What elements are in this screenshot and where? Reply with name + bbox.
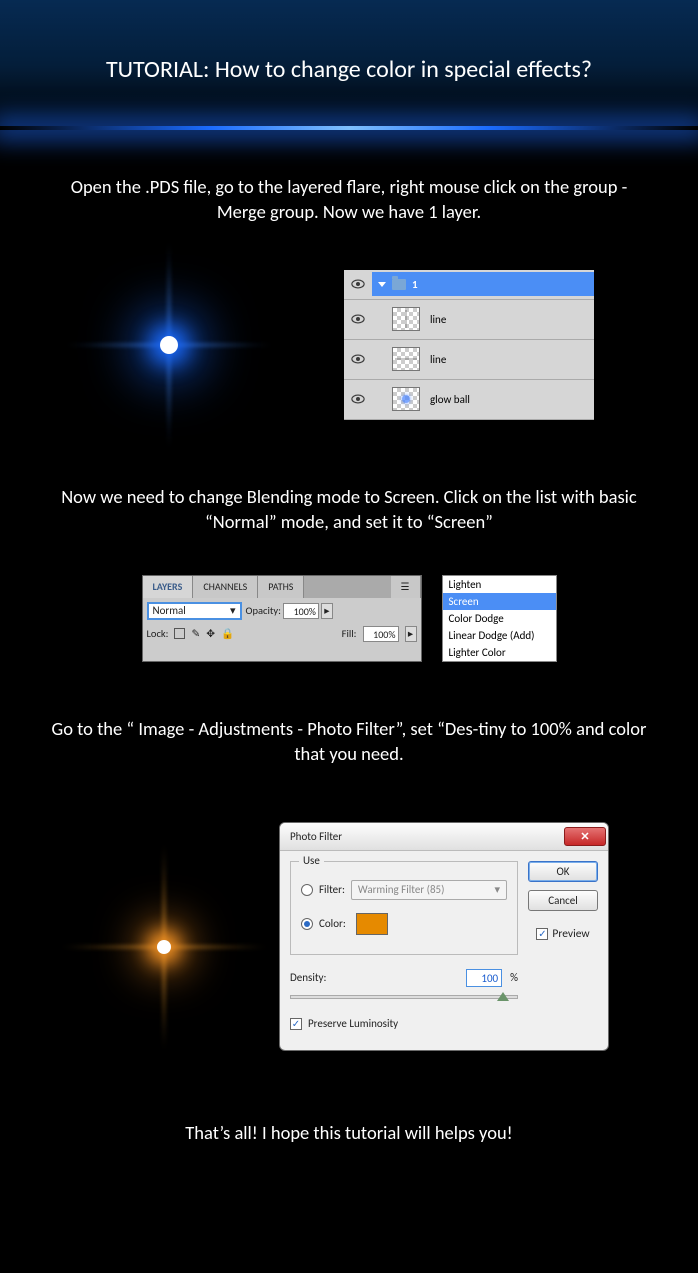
opacity-label: Opacity: (246, 604, 281, 617)
opacity-value[interactable]: 100% (283, 603, 319, 619)
banner-flare (0, 126, 698, 130)
layer-name: line (430, 353, 446, 366)
layer-name: glow ball (430, 393, 470, 406)
layer-name: line (430, 313, 446, 326)
blend-option[interactable]: Linear Dodge (Add) (443, 627, 556, 644)
group-name: 1 (412, 278, 418, 291)
blend-mode-value: Normal (153, 604, 186, 617)
ok-button[interactable]: OK (528, 861, 598, 882)
slider-thumb[interactable] (497, 992, 509, 1001)
opacity-stepper[interactable]: ▸ (321, 603, 333, 619)
layers-panel-group: 1 line line glow ball (344, 270, 594, 420)
header-banner: TUTORIAL: How to change color in special… (0, 0, 698, 130)
density-label: Density: (290, 971, 326, 984)
dialog-title: Photo Filter (290, 830, 342, 843)
filter-select[interactable]: Warming Filter (85) ▾ (351, 880, 507, 900)
step-3-text: Go to the “ Image - Adjustments - Photo … (0, 662, 698, 767)
layers-panel-controls: LAYERS CHANNELS PATHS ☰ Normal ▾ Opacity… (142, 575, 422, 662)
layer-row[interactable]: glow ball (344, 380, 594, 420)
tab-channels[interactable]: CHANNELS (193, 576, 258, 598)
blend-option-selected[interactable]: Screen (443, 593, 556, 610)
density-unit: % (510, 971, 518, 984)
preview-checkbox[interactable]: ✓ (536, 928, 548, 940)
lock-all-icon[interactable]: 🔒 (221, 627, 234, 640)
step-2-text: Now we need to change Blending mode to S… (0, 430, 698, 535)
blend-option[interactable]: Lighten (443, 576, 556, 593)
orange-flare-preview (79, 862, 249, 1032)
lock-move-icon[interactable]: ✥ (206, 627, 215, 640)
page-title: TUTORIAL: How to change color in special… (106, 55, 592, 84)
density-input[interactable]: 100 (466, 969, 502, 987)
close-button[interactable]: ✕ (564, 827, 606, 846)
color-label: Color: (319, 917, 346, 930)
expand-icon (378, 282, 386, 287)
layer-row[interactable]: line (344, 300, 594, 340)
cancel-button[interactable]: Cancel (528, 890, 598, 911)
folder-icon (392, 279, 406, 290)
layer-group-row[interactable]: 1 (372, 272, 594, 296)
visibility-icon[interactable] (344, 279, 372, 289)
density-slider[interactable] (290, 995, 518, 999)
tab-layers[interactable]: LAYERS (143, 576, 194, 598)
fill-label: Fill: (342, 627, 357, 640)
color-swatch[interactable] (356, 913, 388, 935)
photo-filter-dialog: Photo Filter ✕ Use Filter: Warming Filte… (279, 822, 609, 1051)
layer-thumb (392, 387, 420, 411)
blend-mode-select[interactable]: Normal ▾ (147, 602, 242, 620)
filter-label: Filter: (319, 883, 345, 896)
tab-paths[interactable]: PATHS (258, 576, 304, 598)
chevron-down-icon: ▾ (494, 883, 500, 896)
use-legend: Use (299, 854, 324, 867)
filter-value: Warming Filter (85) (358, 883, 445, 896)
blend-option[interactable]: Color Dodge (443, 610, 556, 627)
blue-flare-preview (84, 260, 254, 430)
visibility-icon[interactable] (344, 394, 372, 404)
panel-menu-icon[interactable]: ☰ (391, 576, 421, 598)
panel-tabs: LAYERS CHANNELS PATHS ☰ (143, 576, 421, 598)
visibility-icon[interactable] (344, 314, 372, 324)
fill-value[interactable]: 100% (363, 626, 399, 642)
lock-brush-icon[interactable]: ✎ (191, 627, 200, 640)
layer-thumb (392, 347, 420, 371)
preserve-label: Preserve Luminosity (308, 1017, 398, 1030)
dialog-titlebar[interactable]: Photo Filter ✕ (280, 823, 608, 851)
radio-filter[interactable] (301, 884, 313, 896)
fill-stepper[interactable]: ▸ (405, 626, 417, 642)
radio-color[interactable] (301, 918, 313, 930)
use-groupbox: Use Filter: Warming Filter (85) ▾ Color: (290, 861, 518, 955)
layer-row[interactable]: line (344, 340, 594, 380)
preserve-checkbox[interactable]: ✓ (290, 1018, 302, 1030)
blend-option[interactable]: Lighter Color (443, 644, 556, 661)
blend-mode-dropdown[interactable]: Lighten Screen Color Dodge Linear Dodge … (442, 575, 557, 662)
chevron-down-icon: ▾ (230, 604, 236, 617)
layer-thumb (392, 307, 420, 331)
lock-label: Lock: (147, 627, 169, 640)
preview-label: Preview (552, 927, 589, 941)
step-1-text: Open the .PDS file, go to the layered fl… (0, 130, 698, 225)
visibility-icon[interactable] (344, 354, 372, 364)
lock-transparent-icon[interactable] (174, 628, 185, 639)
footer-text: That’s all! I hope this tutorial will he… (0, 1121, 698, 1144)
